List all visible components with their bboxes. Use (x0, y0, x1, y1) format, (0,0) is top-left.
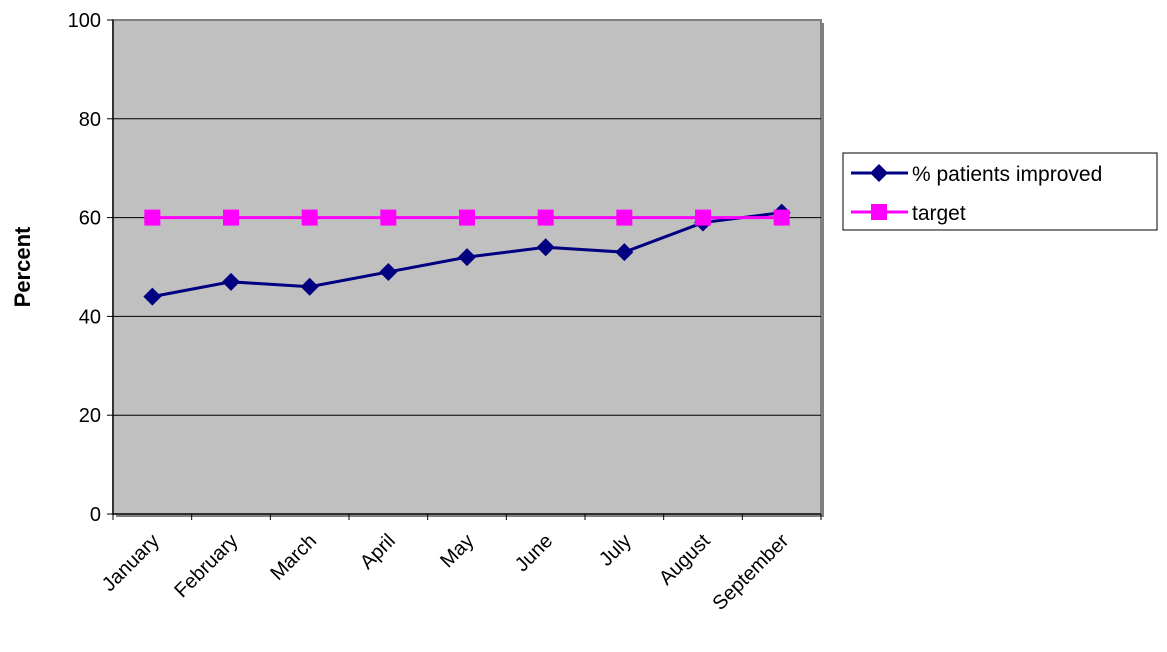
data-point (380, 209, 397, 226)
data-point (223, 209, 239, 226)
x-tick-label: September (708, 530, 793, 615)
data-point (773, 209, 790, 226)
x-tick-label: January (98, 530, 164, 596)
y-tick-label: 20 (79, 405, 101, 427)
data-point (144, 209, 161, 226)
plot-area-group (112, 19, 824, 517)
x-tick-label: August (655, 530, 715, 590)
plot-area (112, 19, 822, 515)
x-tick-label: February (170, 530, 242, 602)
data-point (301, 209, 318, 226)
y-tick-label: 80 (79, 109, 101, 131)
legend: % patients improved target (842, 152, 1158, 231)
y-tick-label: 60 (79, 208, 101, 230)
x-tick-label: March (266, 530, 321, 585)
y-tick-label: 40 (79, 306, 101, 328)
legend-marker (871, 204, 887, 220)
y-tick-label: 100 (68, 10, 101, 32)
data-point (695, 209, 711, 226)
x-tick-label: June (511, 530, 557, 576)
data-point (459, 209, 475, 226)
line-chart: 0 20 40 60 80 100 January February March April May… (10, 10, 1158, 615)
data-point (537, 209, 554, 226)
legend-label: % patients improved (912, 163, 1102, 186)
x-tick-label: July (595, 530, 636, 571)
x-tick-label: May (436, 530, 478, 572)
y-tick-label: 0 (90, 504, 101, 526)
legend-label: target (912, 202, 966, 225)
y-axis-title: Percent (10, 226, 35, 307)
data-point (616, 209, 633, 226)
x-tick-label: April (356, 530, 400, 574)
